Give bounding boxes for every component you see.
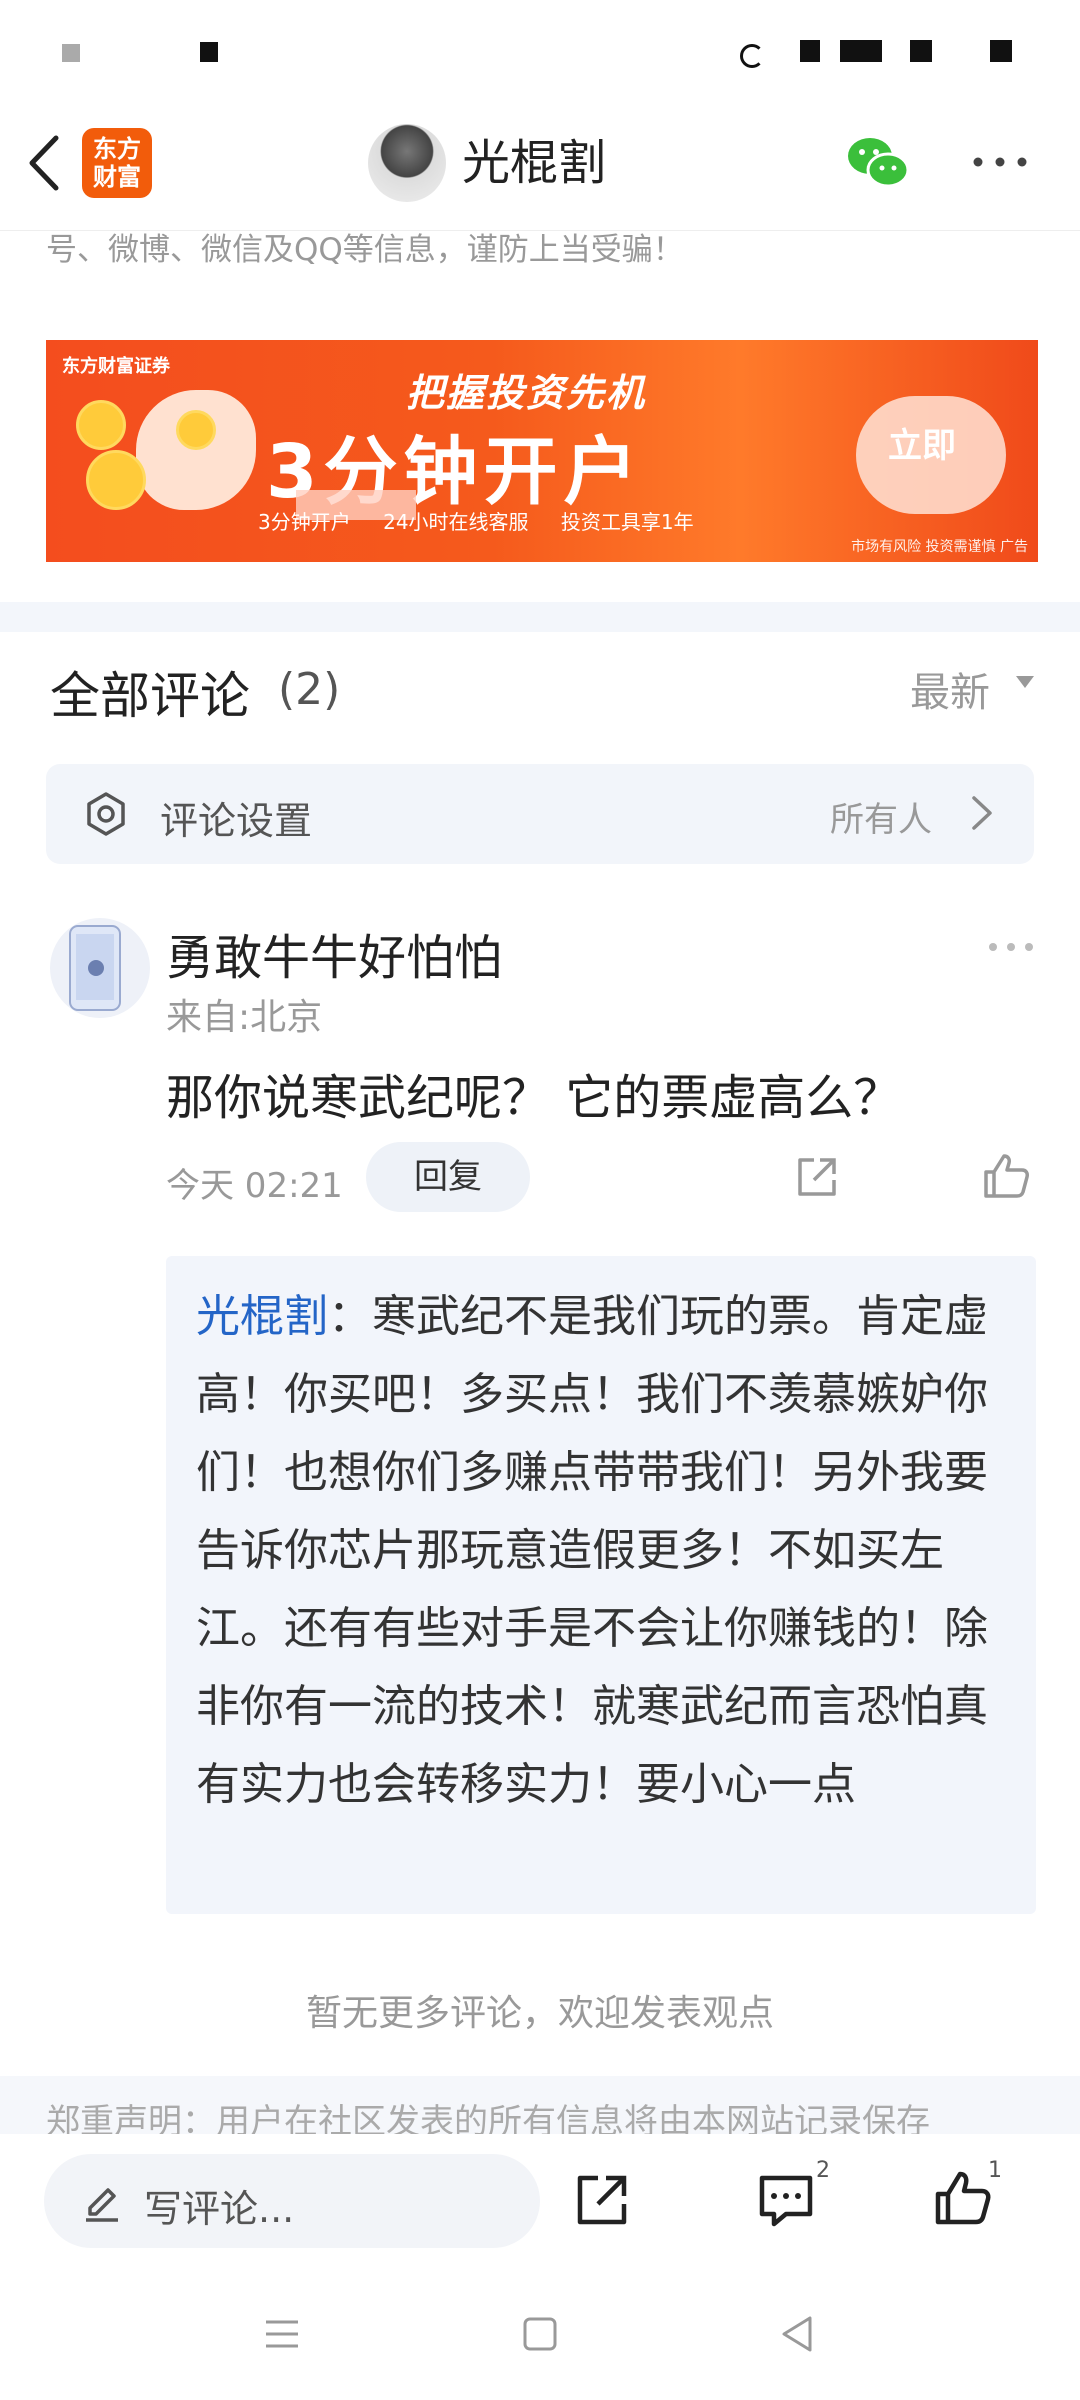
back-nav-icon[interactable] xyxy=(776,2312,820,2356)
hand-illustration xyxy=(136,390,256,510)
share-icon[interactable] xyxy=(572,2170,632,2230)
app-logo-line2: 财富 xyxy=(93,163,141,191)
app-logo-line1: 东方 xyxy=(93,135,141,163)
banner-feature: 3分钟开户 xyxy=(258,510,351,534)
app-logo[interactable]: 东方 财富 xyxy=(82,128,152,198)
commenter-name[interactable]: 勇敢牛牛好怕怕 xyxy=(166,918,502,988)
home-icon[interactable] xyxy=(518,2312,562,2356)
comment-bubble-icon[interactable] xyxy=(756,2170,816,2230)
fraud-notice: 号、微博、微信及QQ等信息，谨防上当受骗！ xyxy=(46,232,684,268)
back-icon[interactable] xyxy=(22,128,72,198)
commenter-location: 来自:北京 xyxy=(166,997,323,1038)
battery-icon xyxy=(990,40,1012,62)
sort-dropdown[interactable]: 最新 xyxy=(910,660,990,718)
banner-feature: 投资工具享1年 xyxy=(560,510,694,534)
more-options-icon[interactable] xyxy=(970,150,1030,174)
ad-banner[interactable]: 东方财富证券 把握投资先机 3分钟开户 3分钟开户 24小时在线客服 投资工具享… xyxy=(46,340,1038,562)
commenter-avatar[interactable] xyxy=(50,918,150,1018)
avatar-image xyxy=(69,925,121,1011)
wechat-share-icon[interactable] xyxy=(846,134,910,190)
comments-count: (2) xyxy=(278,664,341,715)
section-divider xyxy=(0,602,1080,632)
comment-more-icon[interactable] xyxy=(986,940,1036,954)
menu-icon[interactable] xyxy=(260,2312,304,2356)
pen-icon xyxy=(86,2188,118,2222)
gear-icon xyxy=(87,792,125,836)
no-more-comments: 暂无更多评论，欢迎发表观点 xyxy=(305,1993,774,2034)
alarm-icon xyxy=(740,44,764,68)
reply-author[interactable]: 光棍割 xyxy=(196,1291,328,1342)
comment-settings-label: 评论设置 xyxy=(160,799,313,843)
like-count-badge: 1 xyxy=(988,2158,1002,2183)
thumbs-up-icon[interactable] xyxy=(980,1150,1032,1202)
share-icon[interactable] xyxy=(792,1152,842,1202)
signal-icon xyxy=(800,40,820,62)
comment-settings-value: 所有人 xyxy=(830,800,932,840)
banner-risk-notice: 市场有风险 投资需谨慎 广告 xyxy=(851,539,1028,555)
notification-icon xyxy=(200,42,218,62)
banner-headline: 把握投资先机 xyxy=(406,371,647,415)
status-bar xyxy=(0,0,1080,100)
banner-cta-label: 立即 xyxy=(888,426,956,466)
signal-icon xyxy=(840,40,882,62)
page-title[interactable]: 光棍割 xyxy=(462,130,606,196)
wifi-icon xyxy=(910,40,932,62)
banner-brand: 东方财富证券 xyxy=(62,356,170,377)
comment-input-placeholder[interactable]: 写评论... xyxy=(144,2178,294,2233)
reply-button[interactable]: 回复 xyxy=(366,1142,530,1212)
comment-time: 今天 02:21 xyxy=(166,1166,343,1206)
thumbs-up-icon[interactable] xyxy=(932,2168,992,2228)
coin-icon xyxy=(86,450,146,510)
banner-feature: 24小时在线客服 xyxy=(383,510,529,534)
reply-text: ：寒武纪不是我们玩的票。肯定虚高！你买吧！多买点！我们不羡慕嫉妒你们！也想你们多… xyxy=(196,1291,988,1810)
banner-features: 3分钟开户 24小时在线客服 投资工具享1年 xyxy=(258,506,720,535)
sort-caret-icon[interactable] xyxy=(1016,676,1034,688)
coin-icon xyxy=(176,410,216,450)
comment-count-badge: 2 xyxy=(816,2158,830,2183)
comments-title: 全部评论 xyxy=(50,667,250,725)
reply-content: 光棍割：寒武纪不是我们玩的票。肯定虚高！你买吧！多买点！我们不羡慕嫉妒你们！也想… xyxy=(196,1278,1016,1824)
coin-icon xyxy=(76,400,126,450)
author-avatar[interactable] xyxy=(368,124,446,202)
chevron-right-icon xyxy=(972,796,992,830)
notification-icon xyxy=(62,44,80,62)
comment-text: 那你说寒武纪呢？ 它的票虚高么？ xyxy=(166,1070,902,1126)
